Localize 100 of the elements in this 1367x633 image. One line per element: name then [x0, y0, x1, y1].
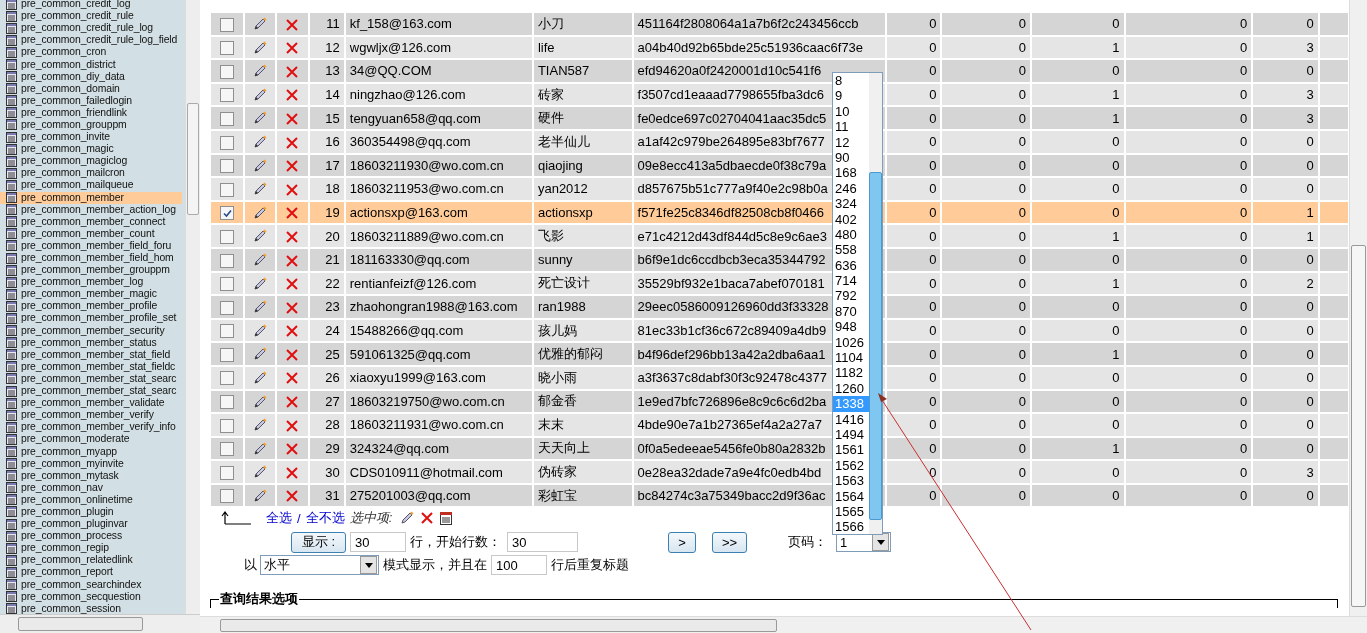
checkbox[interactable]	[220, 17, 235, 32]
table-list-item[interactable]: pre_common_member_verify	[0, 409, 182, 422]
checkbox[interactable]	[220, 88, 235, 103]
table-list-item[interactable]: pre_common_secquestion	[0, 590, 182, 603]
table-list-item[interactable]: pre_common_member_verify_info	[0, 421, 182, 434]
table-list-item[interactable]: pre_common_member_security	[0, 324, 182, 337]
scrollbar[interactable]	[869, 73, 882, 534]
table-list-item[interactable]: pre_common_relatedlink	[0, 554, 182, 567]
pencil-icon[interactable]	[252, 63, 269, 80]
pencil-icon[interactable]	[399, 510, 416, 527]
delete-icon[interactable]	[285, 489, 300, 504]
table-list-item[interactable]: pre_common_member_field_hom	[0, 251, 182, 265]
delete-icon[interactable]	[285, 229, 300, 244]
pencil-icon[interactable]	[252, 252, 269, 268]
table-list-item[interactable]: pre_common_member_stat_fieldc	[0, 360, 182, 373]
delete-icon[interactable]	[285, 135, 300, 150]
pencil-icon[interactable]	[252, 299, 269, 316]
delete-icon[interactable]	[285, 277, 300, 292]
table-list-item[interactable]: pre_common_member_count	[0, 227, 182, 240]
table-list-item[interactable]: pre_common_district	[0, 58, 182, 71]
pencil-icon[interactable]	[252, 204, 269, 221]
checkbox[interactable]	[220, 418, 235, 433]
table-list-item[interactable]: pre_common_magiclog	[0, 155, 182, 168]
table-list-item[interactable]: pre_common_cron	[0, 46, 182, 59]
pencil-icon[interactable]	[252, 417, 269, 434]
checkbox[interactable]	[220, 371, 235, 386]
checkbox[interactable]	[220, 324, 235, 339]
rows-input[interactable]: 30	[350, 532, 406, 553]
pencil-icon[interactable]	[252, 487, 269, 504]
delete-icon[interactable]	[285, 395, 300, 410]
table-list-item[interactable]: pre_common_friendlink	[0, 106, 182, 119]
pencil-icon[interactable]	[252, 39, 269, 56]
delete-icon[interactable]	[285, 371, 300, 386]
table-list-item[interactable]: pre_common_credit_log	[0, 0, 182, 11]
table-list-item[interactable]: pre_common_onlinetime	[0, 493, 182, 506]
page-option[interactable]: 714	[833, 273, 869, 289]
delete-icon[interactable]	[285, 111, 300, 126]
checkbox[interactable]	[220, 489, 235, 504]
pencil-icon[interactable]	[252, 346, 269, 363]
delete-icon[interactable]	[285, 182, 300, 197]
table-list-item[interactable]: pre_common_member_profile	[0, 300, 182, 313]
pencil-icon[interactable]	[252, 110, 269, 127]
pencil-icon[interactable]	[252, 322, 269, 339]
table-list-item[interactable]: pre_common_plugin	[0, 505, 182, 519]
checkbox[interactable]	[220, 300, 235, 315]
table-list-item[interactable]: pre_common_credit_rule_log	[0, 22, 182, 35]
pencil-icon[interactable]	[252, 440, 269, 457]
pencil-icon[interactable]	[252, 181, 269, 198]
table-list-item[interactable]: pre_common_regip	[0, 542, 182, 555]
delete-icon[interactable]	[285, 347, 300, 362]
delete-icon[interactable]	[285, 206, 300, 221]
delete-icon[interactable]	[285, 418, 300, 433]
table-list-item[interactable]: pre_common_mytask	[0, 469, 182, 482]
deselect-all-link[interactable]: 全不选	[305, 509, 345, 528]
table-list-item[interactable]: pre_common_diy_data	[0, 70, 182, 83]
page-option[interactable]: 12	[833, 134, 869, 150]
checkbox[interactable]	[220, 111, 235, 126]
table-list-item[interactable]: pre_common_credit_rule	[0, 10, 182, 23]
pencil-icon[interactable]	[252, 228, 269, 245]
table-list-item[interactable]: pre_common_member_validate	[0, 397, 182, 410]
last-button[interactable]: >>	[712, 531, 747, 553]
delete-icon[interactable]	[285, 64, 300, 79]
checkbox[interactable]	[220, 277, 235, 292]
table-list-item[interactable]: pre_common_mailcron	[0, 167, 182, 180]
checkbox[interactable]	[220, 229, 235, 244]
table-list-item[interactable]: pre_common_mailqueue	[0, 179, 182, 192]
table-list-item[interactable]: pre_common_member_stat_searc	[0, 372, 182, 385]
delete-icon[interactable]	[285, 41, 300, 56]
scrollbar[interactable]	[1349, 0, 1367, 616]
page-option[interactable]: 870	[833, 303, 869, 320]
table-list-item[interactable]: pre_common_member_log	[0, 276, 182, 289]
next-button[interactable]: >	[668, 531, 696, 553]
pencil-icon[interactable]	[252, 275, 269, 292]
checkbox[interactable]	[220, 159, 235, 174]
page-option[interactable]: 1104	[833, 350, 869, 366]
show-button[interactable]: 显示 :	[291, 531, 346, 553]
table-list-item[interactable]: pre_common_searchindex	[0, 578, 182, 591]
select-all-link[interactable]: 全选	[266, 509, 292, 528]
table-list-item[interactable]: pre_common_domain	[0, 82, 182, 95]
delete-icon[interactable]	[285, 159, 300, 174]
page-option[interactable]: 480	[833, 226, 869, 243]
scrollbar[interactable]	[0, 614, 200, 633]
checkbox[interactable]	[220, 253, 235, 268]
table-list-item[interactable]: pre_common_member_status	[0, 336, 182, 349]
scrollbar[interactable]	[185, 0, 200, 614]
page-option[interactable]: 1416	[833, 411, 869, 427]
table-list-item[interactable]: pre_common_grouppm	[0, 118, 182, 132]
table-list-item[interactable]: pre_common_member_stat_field	[0, 348, 182, 361]
page-option[interactable]: 9	[833, 88, 869, 104]
table-list-item[interactable]: pre_common_member_connect	[0, 215, 182, 228]
table-list-item[interactable]: pre_common_member_magic	[0, 288, 182, 301]
delete-icon[interactable]	[285, 300, 300, 315]
checkbox[interactable]	[220, 395, 235, 410]
page-option[interactable]: 1564	[833, 488, 869, 504]
table-list-item[interactable]: pre_common_myapp	[0, 445, 182, 458]
table-list-item[interactable]: pre_common_member_profile_set	[0, 312, 182, 325]
page-option[interactable]: 246	[833, 180, 869, 197]
page-option[interactable]: 636	[833, 257, 869, 274]
delete-icon[interactable]	[285, 88, 300, 103]
delete-icon[interactable]	[420, 511, 435, 526]
